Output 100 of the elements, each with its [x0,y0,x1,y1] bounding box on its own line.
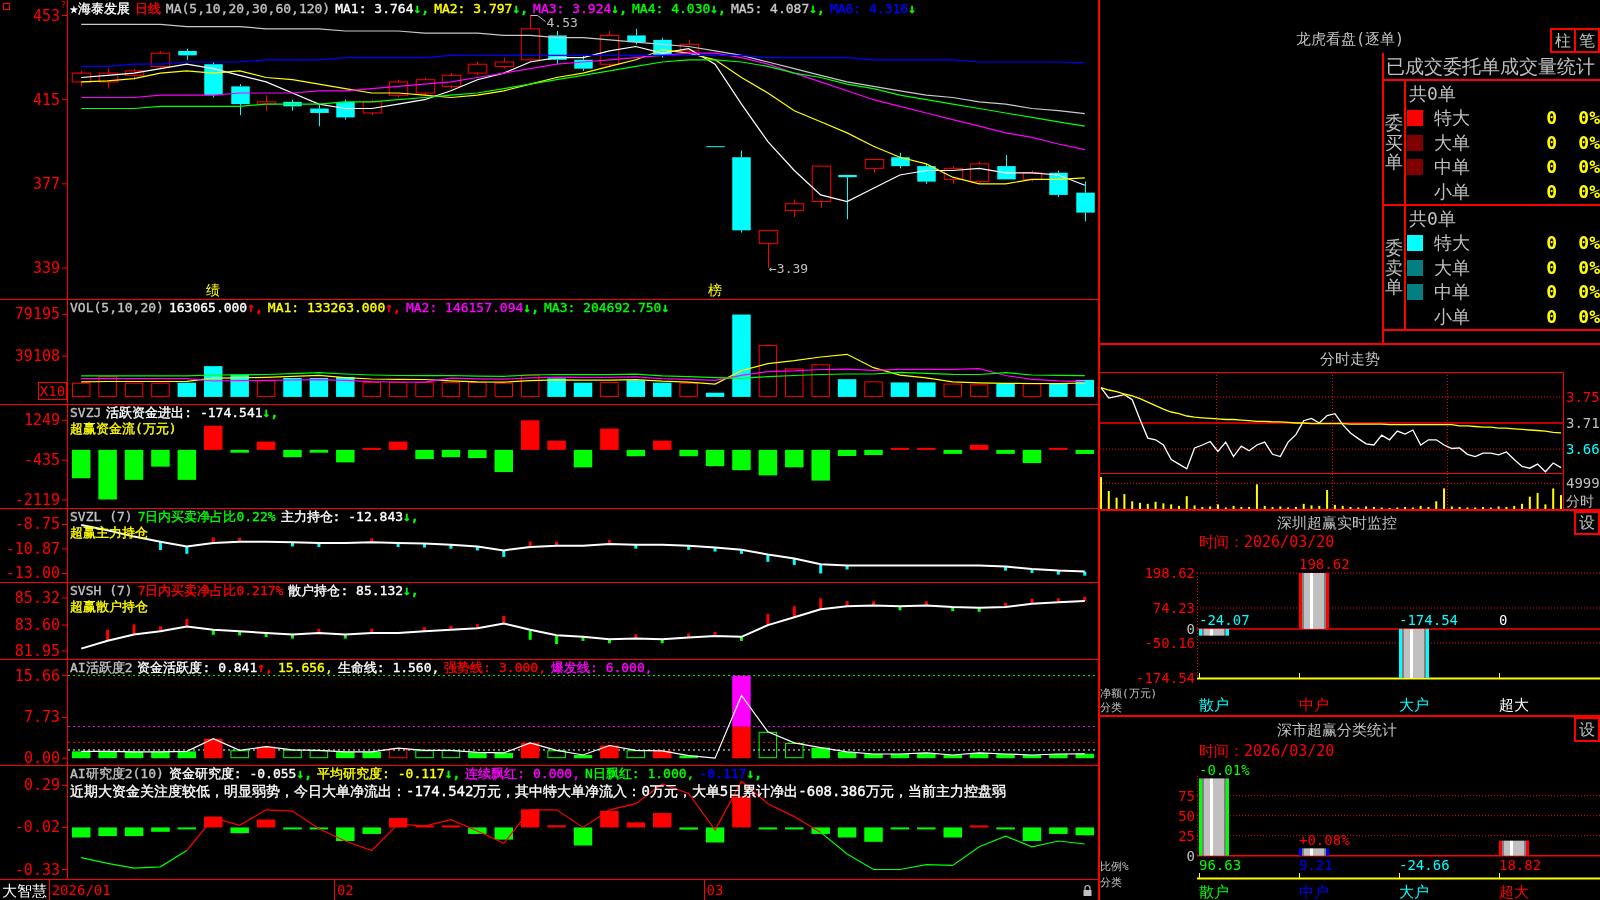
value-label: -174.54 [1399,611,1458,628]
value-label: 18.82 [1499,857,1542,873]
trend-arrow: ↓, [523,300,539,316]
category-label: 散户 [1199,883,1229,900]
unit-label: X10 [38,382,67,400]
order-count: 0 [1546,180,1557,203]
trend-arrow: ↑, [247,300,263,316]
axis-title: 比例% [1100,860,1129,873]
category-label: 散户 [1199,696,1229,714]
axis-tick-label: 0 [1186,847,1195,864]
axis-tick-label: 25 [1178,827,1195,844]
order-count: 0 [1546,107,1557,130]
axis-tick-label: -435 [23,451,60,470]
axis-tick-label: 4999 [1566,475,1600,492]
value-label: 96.63 [1199,857,1242,873]
legend-text: MA(5,10,20,30,60,120) [165,1,331,17]
axis-tick-label: 39108 [14,347,60,366]
axis-tick-label: 1249 [23,411,60,430]
trend-arrow: ↓, [413,1,430,17]
legend-text: AI研究度2(10) [70,766,164,782]
event-mark: 榜 [708,282,723,298]
axis-tick-label: -10.87 [5,539,60,558]
order-count: 0 [1546,281,1557,304]
trend-arrow: ↓, [444,766,461,782]
legend-text: 15.656, [277,660,333,676]
legend-text: MA2: 3.797 [434,1,513,17]
group-label: 委买单 [1385,112,1403,173]
axis-tick-label: 415 [32,90,60,109]
trend-arrow: ↑, [257,660,273,676]
category-label: 大户 [1399,883,1429,900]
axis-tick-label: 3.71 [1566,415,1600,431]
trend-arrow: ↓, [262,405,279,421]
high-price-label: 4.53 [546,14,578,30]
trend-arrow: ↓, [746,766,763,782]
legend-text: MA5: 4.087 [730,1,810,17]
order-type: 大单 [1434,131,1470,154]
order-count: 0 [1546,131,1557,154]
axis-title: 分时 [1566,493,1594,509]
axis-tick-label: -50.16 [1144,635,1195,651]
axis-tick-label: 198.62 [1144,565,1195,581]
low-price-label: ←3.39 [769,261,809,276]
order-share: 0% [1578,232,1600,255]
legend-text: 163065.000 [168,300,248,316]
trend-arrow: ↓, [809,1,825,17]
category-label: 超大 [1499,883,1529,900]
legend-text: 散户持仓: 85.132 [288,583,404,599]
axis-tick-label: -0.33 [14,860,60,879]
value-label: 0 [1499,611,1508,628]
legend-text: 资金研究度: -0.055 [168,766,297,782]
axis-tick-label: -8.75 [14,515,60,534]
axis-title: 分类 [1100,701,1122,714]
order-count: 0 [1546,305,1557,328]
value-label: 198.62 [1299,556,1350,572]
order-type: 中单 [1434,281,1470,304]
axis-tick-label: 3.75 [1566,388,1600,405]
axis-tick-label: 0 [1186,620,1195,637]
legend-text: 爆发线: 6.000, [551,660,653,676]
legend-text: MA1: 3.764 [335,1,414,17]
legend-text: MA2: 146157.094 [405,300,524,316]
order-type: 大单 [1434,256,1470,279]
event-mark: 绩 [206,282,221,298]
help-mark: ? [60,0,66,10]
legend-text: SVSH (7) [70,583,133,599]
category-label: 超大 [1499,696,1529,714]
axis-tick-label: 7.73 [23,708,60,727]
axis-tick-label: -174.54 [1136,670,1195,686]
order-count: 0 [1546,256,1557,279]
legend-text: 超赢资金流(万元) [70,421,177,437]
legend-text: SVZL (7) [70,509,133,525]
order-type: 中单 [1434,156,1470,179]
legend-text: MA4: 4.030 [632,1,711,17]
axis-title: 净额(万元) [1100,687,1158,700]
change-label: +0.08% [1299,832,1350,849]
legend-text: N日飘红: 1.000, [585,766,695,782]
order-count: 0 [1546,232,1557,255]
order-share: 0% [1578,256,1600,279]
axis-tick-label: 79195 [14,305,60,324]
category-label: 中户 [1299,883,1329,900]
order-total: 共0单 [1409,208,1456,230]
trend-arrow: ↓ [908,1,916,17]
trend-arrow: ↓, [611,1,627,17]
order-share: 0% [1578,131,1600,154]
order-count: 0 [1546,156,1557,179]
axis-tick-label: 75 [1178,787,1195,804]
axis-tick-label: 74.23 [1152,600,1195,616]
axis-tick-label: 85.32 [14,589,60,608]
axis-tick-label: 377 [32,174,60,193]
legend-text: MA6: 4.316 [829,1,909,17]
trend-arrow: ↓, [296,766,313,782]
legend-text: 生命线: 1.560, [337,660,440,676]
trend-arrow: ↓, [512,1,529,17]
axis-title: 分类 [1100,876,1122,889]
trend-arrow: ↓, [403,509,419,525]
legend-text: 平均研究度: -0.117 [317,766,445,782]
value-label: 9.21 [1299,857,1333,873]
order-type: 小单 [1434,180,1470,203]
time-label: 时间：2026/03/20 [1199,743,1335,759]
axis-tick-label: 453 [32,6,60,25]
axis-tick-label: 81.95 [14,642,60,659]
brand-name: 大智慧 [2,882,47,900]
